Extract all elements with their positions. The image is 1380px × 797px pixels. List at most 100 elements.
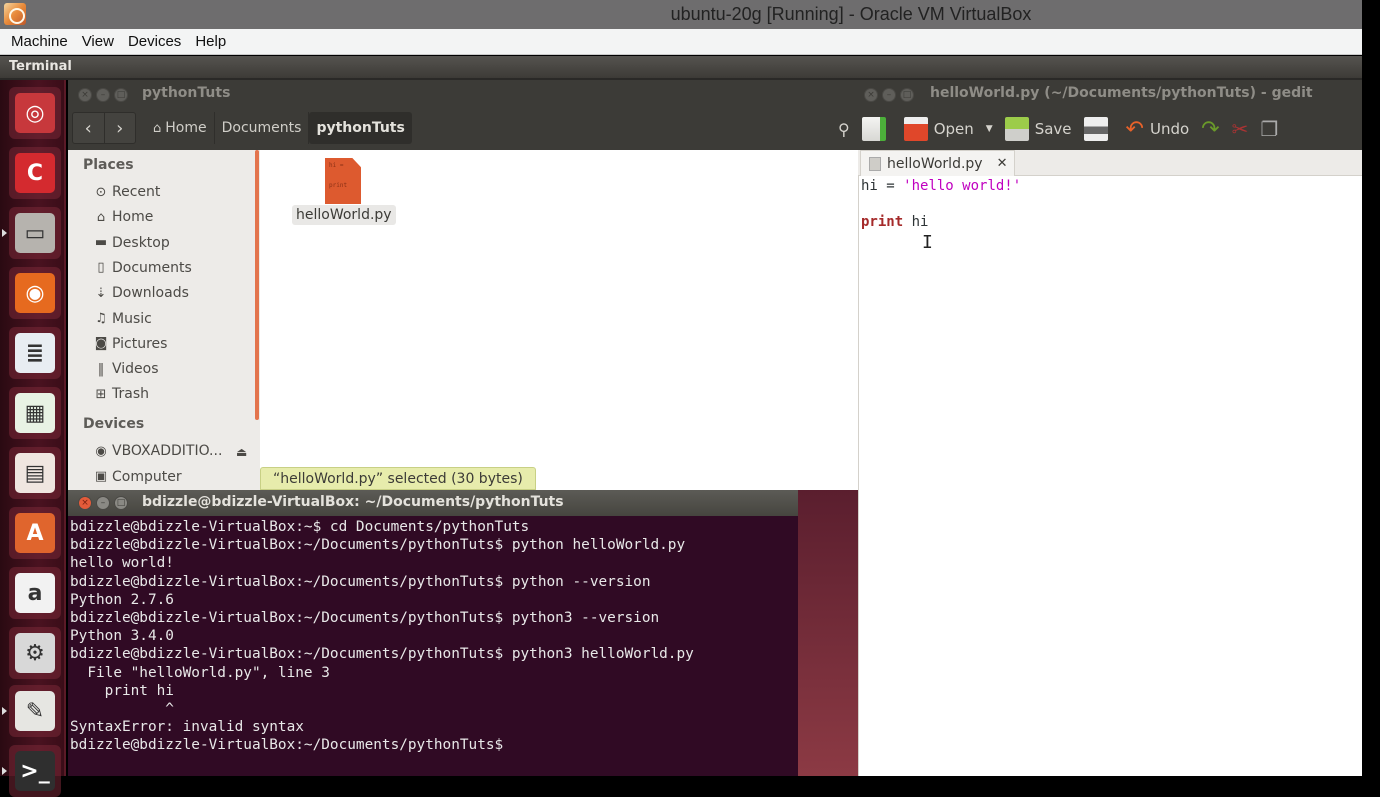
launcher-item-dash-home[interactable]: ◎ — [9, 87, 61, 139]
back-button[interactable]: ‹ — [73, 113, 105, 143]
launcher-item-system-settings[interactable]: ⚙ — [9, 627, 61, 679]
maximize-button[interactable]: □ — [900, 88, 914, 102]
print-button[interactable] — [1083, 117, 1114, 141]
close-tab-icon[interactable]: ✕ — [997, 156, 1008, 171]
printer-icon — [1083, 117, 1108, 141]
devices-heading: Devices — [83, 416, 145, 432]
file-manager-toolbar: ‹ › ⌂ Home Documents pythonTuts — [68, 108, 858, 150]
terminal-icon: >_ — [15, 751, 55, 791]
sidebar-item-trash[interactable]: ⊞ Trash — [92, 386, 149, 402]
sidebar-item-home[interactable]: ⌂ Home — [92, 209, 153, 225]
new-document-icon — [861, 117, 886, 141]
running-indicator — [2, 229, 7, 237]
launcher-item-terminal[interactable]: >_ — [9, 745, 61, 797]
terminal-line: bdizzle@bdizzle-VirtualBox:~/Documents/p… — [70, 737, 512, 754]
close-button[interactable]: × — [78, 496, 92, 510]
download-arrow-icon: ⇣ — [95, 285, 107, 301]
terminal-titlebar[interactable]: × – □ bdizzle@bdizzle-VirtualBox: ~/Docu… — [68, 490, 798, 516]
sidebar-device-vboxadditio-[interactable]: ◉ VBOXADDITIO... — [92, 443, 222, 459]
sidebar-item-pictures[interactable]: ◙ Pictures — [92, 336, 168, 352]
forward-button[interactable]: › — [105, 113, 136, 143]
python-file-icon[interactable]: hi = print — [325, 158, 361, 204]
menu-machine[interactable]: Machine — [4, 33, 75, 50]
sidebar-device-computer[interactable]: ▣ Computer — [92, 469, 182, 485]
minimize-button[interactable]: – — [96, 496, 110, 510]
launcher-item-libreoffice-impress[interactable]: ▤ — [9, 447, 61, 499]
undo-button[interactable]: ↶ Undo — [1126, 117, 1190, 142]
ubuntu-top-panel: Terminal — [0, 56, 1362, 80]
breadcrumb-label: Documents — [221, 120, 302, 136]
code-text: hi = — [861, 178, 904, 194]
file-manager-titlebar[interactable]: × – □ pythonTuts — [68, 80, 858, 108]
open-button[interactable]: Open — [903, 117, 974, 141]
maximize-button[interactable]: □ — [114, 88, 128, 102]
ubuntu-logo-icon: ◎ — [15, 93, 55, 133]
menu-devices[interactable]: Devices — [121, 33, 188, 50]
minimize-button[interactable]: – — [96, 88, 110, 102]
cut-button[interactable]: ✂ — [1232, 117, 1249, 141]
sidebar-item-desktop[interactable]: ▬ Desktop — [92, 235, 170, 251]
sidebar-scrollbar[interactable] — [255, 150, 259, 420]
new-document-button[interactable] — [861, 117, 892, 141]
terminal-line: bdizzle@bdizzle-VirtualBox:~/Documents/p… — [70, 609, 660, 626]
gedit-title: helloWorld.py (~/Documents/pythonTuts) -… — [930, 85, 1313, 101]
tab-helloworld[interactable]: helloWorld.py ✕ — [860, 150, 1015, 176]
chevron-left-icon: ‹ — [84, 117, 92, 139]
minimize-button[interactable]: – — [882, 88, 896, 102]
copy-icon: ❐ — [1260, 117, 1279, 141]
sidebar-item-documents[interactable]: ▯ Documents — [92, 259, 192, 276]
menu-help[interactable]: Help — [188, 33, 233, 50]
amazon-icon: a — [15, 573, 55, 613]
launcher-item-comodo-antivirus[interactable]: C — [9, 147, 61, 199]
breadcrumb-home[interactable]: ⌂ Home — [146, 112, 215, 144]
sidebar-item-downloads[interactable]: ⇣ Downloads — [92, 285, 189, 301]
sidebar-item-label: Music — [112, 310, 152, 327]
launcher-item-files[interactable]: ▭ — [9, 207, 61, 259]
open-dropdown-button[interactable]: ▼ — [986, 124, 993, 134]
breadcrumb-label: Home — [165, 120, 207, 136]
code-string: 'hello world!' — [903, 178, 1022, 194]
launcher-item-libreoffice-calc[interactable]: ▦ — [9, 387, 61, 439]
sidebar-item-label: Documents — [112, 259, 192, 276]
breadcrumb-documents[interactable]: Documents — [215, 112, 310, 144]
screen-edge — [1362, 0, 1380, 776]
document-icon: ▯ — [97, 260, 105, 276]
sidebar-item-label: Computer — [112, 468, 182, 485]
text-editor-icon: ✎ — [15, 691, 55, 731]
clock-icon: ⊙ — [95, 184, 107, 200]
terminal-output[interactable]: bdizzle@bdizzle-VirtualBox:~$ cd Documen… — [68, 516, 798, 776]
maximize-button[interactable]: □ — [114, 496, 128, 510]
menu-view[interactable]: View — [75, 33, 121, 50]
sidebar-item-music[interactable]: ♫ Music — [92, 311, 152, 327]
chevron-right-icon: › — [116, 117, 124, 139]
redo-button[interactable]: ↷ — [1201, 117, 1219, 142]
launcher-item-text-editor[interactable]: ✎ — [9, 685, 61, 737]
copy-button[interactable]: ❐ — [1260, 117, 1278, 141]
desktop-wallpaper — [798, 488, 858, 776]
eject-icon[interactable]: ⏏ — [236, 445, 247, 459]
chevron-down-icon: ▼ — [985, 124, 993, 134]
save-button[interactable]: Save — [1004, 117, 1072, 141]
places-heading: Places — [83, 157, 134, 173]
launcher-item-firefox[interactable]: ◉ — [9, 267, 61, 319]
document-tabs: helloWorld.py ✕ — [858, 150, 1362, 176]
file-manager-title: pythonTuts — [142, 85, 231, 101]
close-button[interactable]: × — [864, 88, 878, 102]
search-button[interactable]: ⚲ — [838, 120, 850, 139]
launcher-item-libreoffice-writer[interactable]: ≣ — [9, 327, 61, 379]
close-button[interactable]: × — [78, 88, 92, 102]
open-label: Open — [933, 120, 974, 138]
sidebar-item-videos[interactable]: ‖ Videos — [92, 361, 159, 377]
launcher-item-ubuntu-software-center[interactable]: A — [9, 507, 61, 559]
breadcrumb-pythontuts[interactable]: pythonTuts — [309, 112, 412, 144]
launcher-item-amazon[interactable]: a — [9, 567, 61, 619]
code-editor[interactable]: hi = 'hello world!' print hi I — [858, 176, 1362, 776]
sidebar-item-label: Recent — [112, 184, 161, 200]
camera-icon: ◙ — [94, 336, 108, 352]
save-icon — [1004, 117, 1029, 141]
sidebar-item-recent[interactable]: ⊙ Recent — [92, 184, 161, 200]
gedit-titlebar[interactable]: × – □ helloWorld.py (~/Documents/pythonT… — [858, 80, 1362, 108]
file-name-label[interactable]: helloWorld.py — [292, 205, 396, 225]
breadcrumb: ⌂ Home Documents pythonTuts — [146, 112, 412, 144]
home-icon: ⌂ — [153, 120, 162, 136]
